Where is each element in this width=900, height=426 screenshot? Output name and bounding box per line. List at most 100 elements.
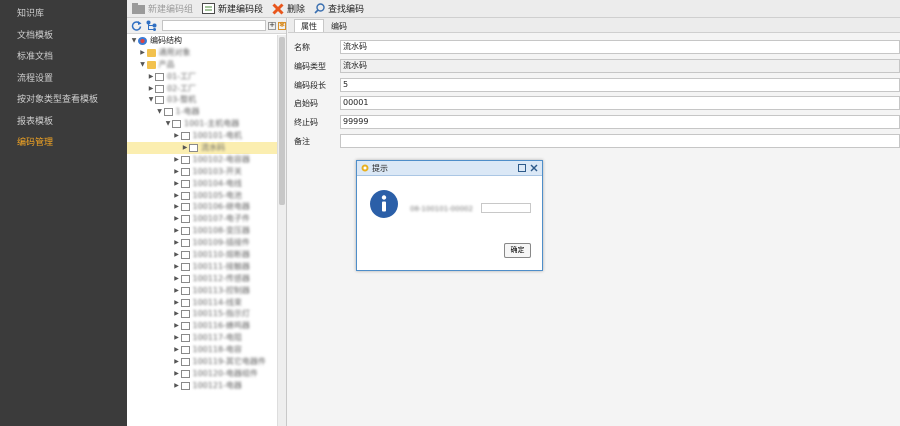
tree-node[interactable]: ▶ 02-工厂 <box>127 83 277 95</box>
tree-node[interactable]: ▶ 100102-电容器 <box>127 154 277 166</box>
dialog-close-button[interactable] <box>529 163 539 173</box>
caret-right-icon[interactable]: ▶ <box>173 285 181 297</box>
tree-scrollbar[interactable] <box>277 35 286 426</box>
caret-down-icon[interactable]: ▼ <box>164 118 172 130</box>
caret-right-icon[interactable]: ▶ <box>173 154 181 166</box>
name-field[interactable]: 流水码 <box>340 40 900 54</box>
caret-right-icon[interactable]: ▶ <box>173 273 181 285</box>
end-code-field[interactable]: 99999 <box>340 115 900 129</box>
tree-node[interactable]: ▶ 100118-电容 <box>127 344 277 356</box>
caret-down-icon[interactable]: ▼ <box>139 59 147 71</box>
tree-structure-button[interactable] <box>145 20 157 32</box>
segment-length-label: 编码段长 <box>294 80 326 90</box>
segment-length-field[interactable]: 5 <box>340 78 900 92</box>
tree-node[interactable]: ▼ 1-电器 <box>127 106 277 118</box>
tree-node[interactable]: ▶ 100105-电池 <box>127 190 277 202</box>
new-code-group-button[interactable]: 新建编码组 <box>132 2 193 15</box>
tree-node-label: 100107-电子件 <box>192 214 250 224</box>
tree-node[interactable]: ▶ 100108-变压器 <box>127 225 277 237</box>
tree-node[interactable]: ▼ 编码结构 <box>127 35 277 47</box>
ok-button[interactable]: 确定 <box>504 243 531 258</box>
new-code-segment-button[interactable]: 新建编码段 <box>202 2 263 15</box>
nav-item[interactable]: 编码管理 <box>0 133 127 155</box>
caret-down-icon[interactable]: ▼ <box>147 94 155 106</box>
caret-right-icon[interactable]: ▶ <box>173 130 181 142</box>
document-icon <box>180 227 190 236</box>
caret-right-icon[interactable]: ▶ <box>173 332 181 344</box>
tree-scrollbar-thumb[interactable] <box>279 37 285 205</box>
tree-node[interactable]: ▶ 100106-继电器 <box>127 201 277 213</box>
refresh-tree-button[interactable] <box>130 20 142 32</box>
code-type-field[interactable]: 流水码 <box>340 59 900 73</box>
delete-button[interactable]: 删除 <box>272 2 305 15</box>
tree-node-label: 编码结构 <box>150 36 182 45</box>
nav-item[interactable]: 知识库 <box>0 4 127 26</box>
tree-node[interactable]: ▼ 产品 <box>127 59 277 71</box>
caret-right-icon[interactable]: ▶ <box>147 83 155 95</box>
tree-search-input[interactable] <box>162 20 266 31</box>
tree-node[interactable]: ▶ 100117-电阻 <box>127 332 277 344</box>
document-icon <box>180 346 190 355</box>
expand-all-button[interactable]: + <box>268 21 276 30</box>
caret-right-icon[interactable]: ▶ <box>181 142 189 154</box>
caret-right-icon[interactable]: ▶ <box>173 237 181 249</box>
tree-node[interactable]: ▶ 100111-接触器 <box>127 261 277 273</box>
nav-item[interactable]: 按对象类型查看模板 <box>0 90 127 112</box>
tree-node[interactable]: ▼ 1001-主机电器 <box>127 118 277 130</box>
new-code-segment-label: 新建编码段 <box>218 5 264 15</box>
caret-down-icon[interactable]: ▼ <box>130 35 138 47</box>
dialog-maximize-button[interactable] <box>517 163 527 173</box>
tree-node[interactable]: ▶ 100112-传感器 <box>127 273 277 285</box>
tree-node[interactable]: ▶ 100109-插接件 <box>127 237 277 249</box>
document-icon <box>180 310 190 319</box>
find-code-button[interactable]: 查找编码 <box>314 2 364 15</box>
nav-item[interactable]: 流程设置 <box>0 69 127 91</box>
tree-node[interactable]: ▶ 100119-其它电器件 <box>127 356 277 368</box>
caret-right-icon[interactable]: ▶ <box>173 166 181 178</box>
caret-right-icon[interactable]: ▶ <box>173 320 181 332</box>
tree-node[interactable]: ▶ 01-工厂 <box>127 71 277 83</box>
caret-right-icon[interactable]: ▶ <box>147 71 155 83</box>
caret-down-icon[interactable]: ▼ <box>156 106 164 118</box>
dialog-titlebar[interactable]: 提示 <box>357 161 542 176</box>
tree-node[interactable]: ▶ 100104-电线 <box>127 178 277 190</box>
collapse-all-button[interactable]: ✱ <box>278 21 286 30</box>
tree-body: ▼ 编码结构 ▶ 通用对象 ▼ 产品 ▶ 01-工厂 ▶ 02-工厂 ▼ 03-整机 ▼ 1-电器 ▼ 100… <box>127 35 277 426</box>
tab-code[interactable]: 编码 <box>324 19 354 32</box>
remark-field[interactable] <box>340 134 900 148</box>
tree-node[interactable]: ▶ 100120-电器组件 <box>127 368 277 380</box>
caret-right-icon[interactable]: ▶ <box>139 47 147 59</box>
nav-item[interactable]: 文档模板 <box>0 26 127 48</box>
caret-right-icon[interactable]: ▶ <box>173 297 181 309</box>
tree-node[interactable]: ▶ 100110-熔断器 <box>127 249 277 261</box>
caret-right-icon[interactable]: ▶ <box>173 201 181 213</box>
caret-right-icon[interactable]: ▶ <box>173 356 181 368</box>
tab-properties[interactable]: 属性 <box>294 19 324 32</box>
caret-right-icon[interactable]: ▶ <box>173 380 181 392</box>
caret-right-icon[interactable]: ▶ <box>173 249 181 261</box>
caret-right-icon[interactable]: ▶ <box>173 261 181 273</box>
caret-right-icon[interactable]: ▶ <box>173 344 181 356</box>
nav-item[interactable]: 报表模板 <box>0 112 127 134</box>
tree-node[interactable]: ▶ 通用对象 <box>127 47 277 59</box>
caret-right-icon[interactable]: ▶ <box>173 190 181 202</box>
caret-right-icon[interactable]: ▶ <box>173 368 181 380</box>
tree-node[interactable]: ▶ 100107-电子件 <box>127 213 277 225</box>
caret-right-icon[interactable]: ▶ <box>173 225 181 237</box>
tree-node[interactable]: ▶ 100101-电机 <box>127 130 277 142</box>
star-icon: ✱ <box>279 21 285 29</box>
nav-item[interactable]: 标准文档 <box>0 47 127 69</box>
tree-node[interactable]: ▶ 流水码 <box>127 142 277 154</box>
tree-node[interactable]: ▶ 100115-指示灯 <box>127 308 277 320</box>
tree-node[interactable]: ▶ 100113-控制器 <box>127 285 277 297</box>
caret-right-icon[interactable]: ▶ <box>173 308 181 320</box>
tree-node[interactable]: ▼ 03-整机 <box>127 94 277 106</box>
caret-right-icon[interactable]: ▶ <box>173 178 181 190</box>
tree-node[interactable]: ▶ 100103-开关 <box>127 166 277 178</box>
tree-node[interactable]: ▶ 100121-电器 <box>127 380 277 392</box>
tree-node[interactable]: ▶ 100116-蜂鸣器 <box>127 320 277 332</box>
tree-node-label: 100103-开关 <box>192 166 242 176</box>
tree-node[interactable]: ▶ 100114-线束 <box>127 297 277 309</box>
start-code-field[interactable]: 00001 <box>340 96 900 110</box>
caret-right-icon[interactable]: ▶ <box>173 213 181 225</box>
